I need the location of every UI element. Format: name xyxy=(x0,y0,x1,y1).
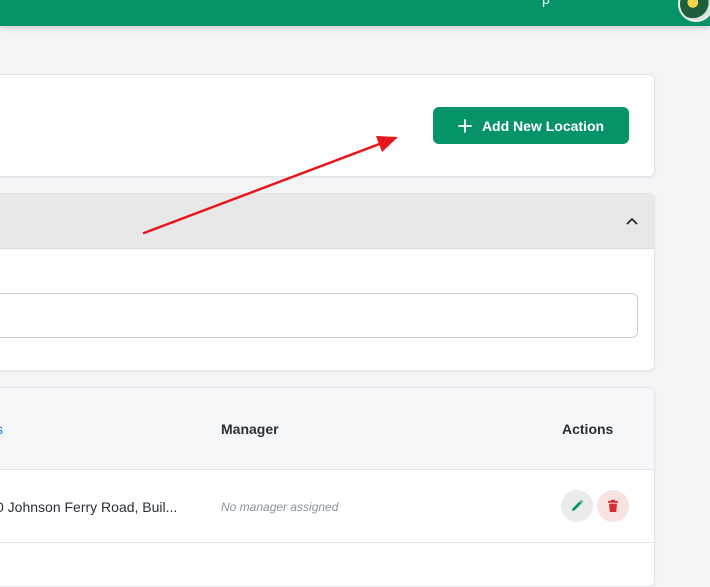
table-row xyxy=(0,543,654,586)
add-new-location-label: Add New Location xyxy=(481,117,605,134)
filter-panel-header[interactable] xyxy=(0,194,654,249)
trash-icon xyxy=(608,499,618,512)
delete-location-button[interactable] xyxy=(597,490,629,522)
column-header-sortable[interactable]: s xyxy=(0,421,3,437)
top-navigation-bar: p xyxy=(0,0,710,26)
pencil-icon xyxy=(572,500,583,511)
edit-location-button[interactable] xyxy=(561,490,593,522)
table-row: 0 Johnson Ferry Road, Buil... No manager… xyxy=(0,470,654,543)
chevron-up-icon[interactable] xyxy=(625,214,639,228)
filter-panel xyxy=(0,193,655,371)
table-header: s Manager Actions xyxy=(0,388,654,470)
column-header-actions: Actions xyxy=(562,421,614,437)
column-header-manager: Manager xyxy=(221,421,279,437)
location-address: 0 Johnson Ferry Road, Buil... xyxy=(0,499,178,515)
nav-link-fragment[interactable]: p xyxy=(542,0,550,7)
plus-icon xyxy=(458,118,472,133)
user-avatar[interactable] xyxy=(678,0,710,22)
locations-table: s Manager Actions 0 Johnson Ferry Road, … xyxy=(0,387,655,587)
add-new-location-button[interactable]: Add New Location xyxy=(433,107,629,144)
location-manager: No manager assigned xyxy=(221,500,339,514)
search-input[interactable] xyxy=(0,293,638,338)
